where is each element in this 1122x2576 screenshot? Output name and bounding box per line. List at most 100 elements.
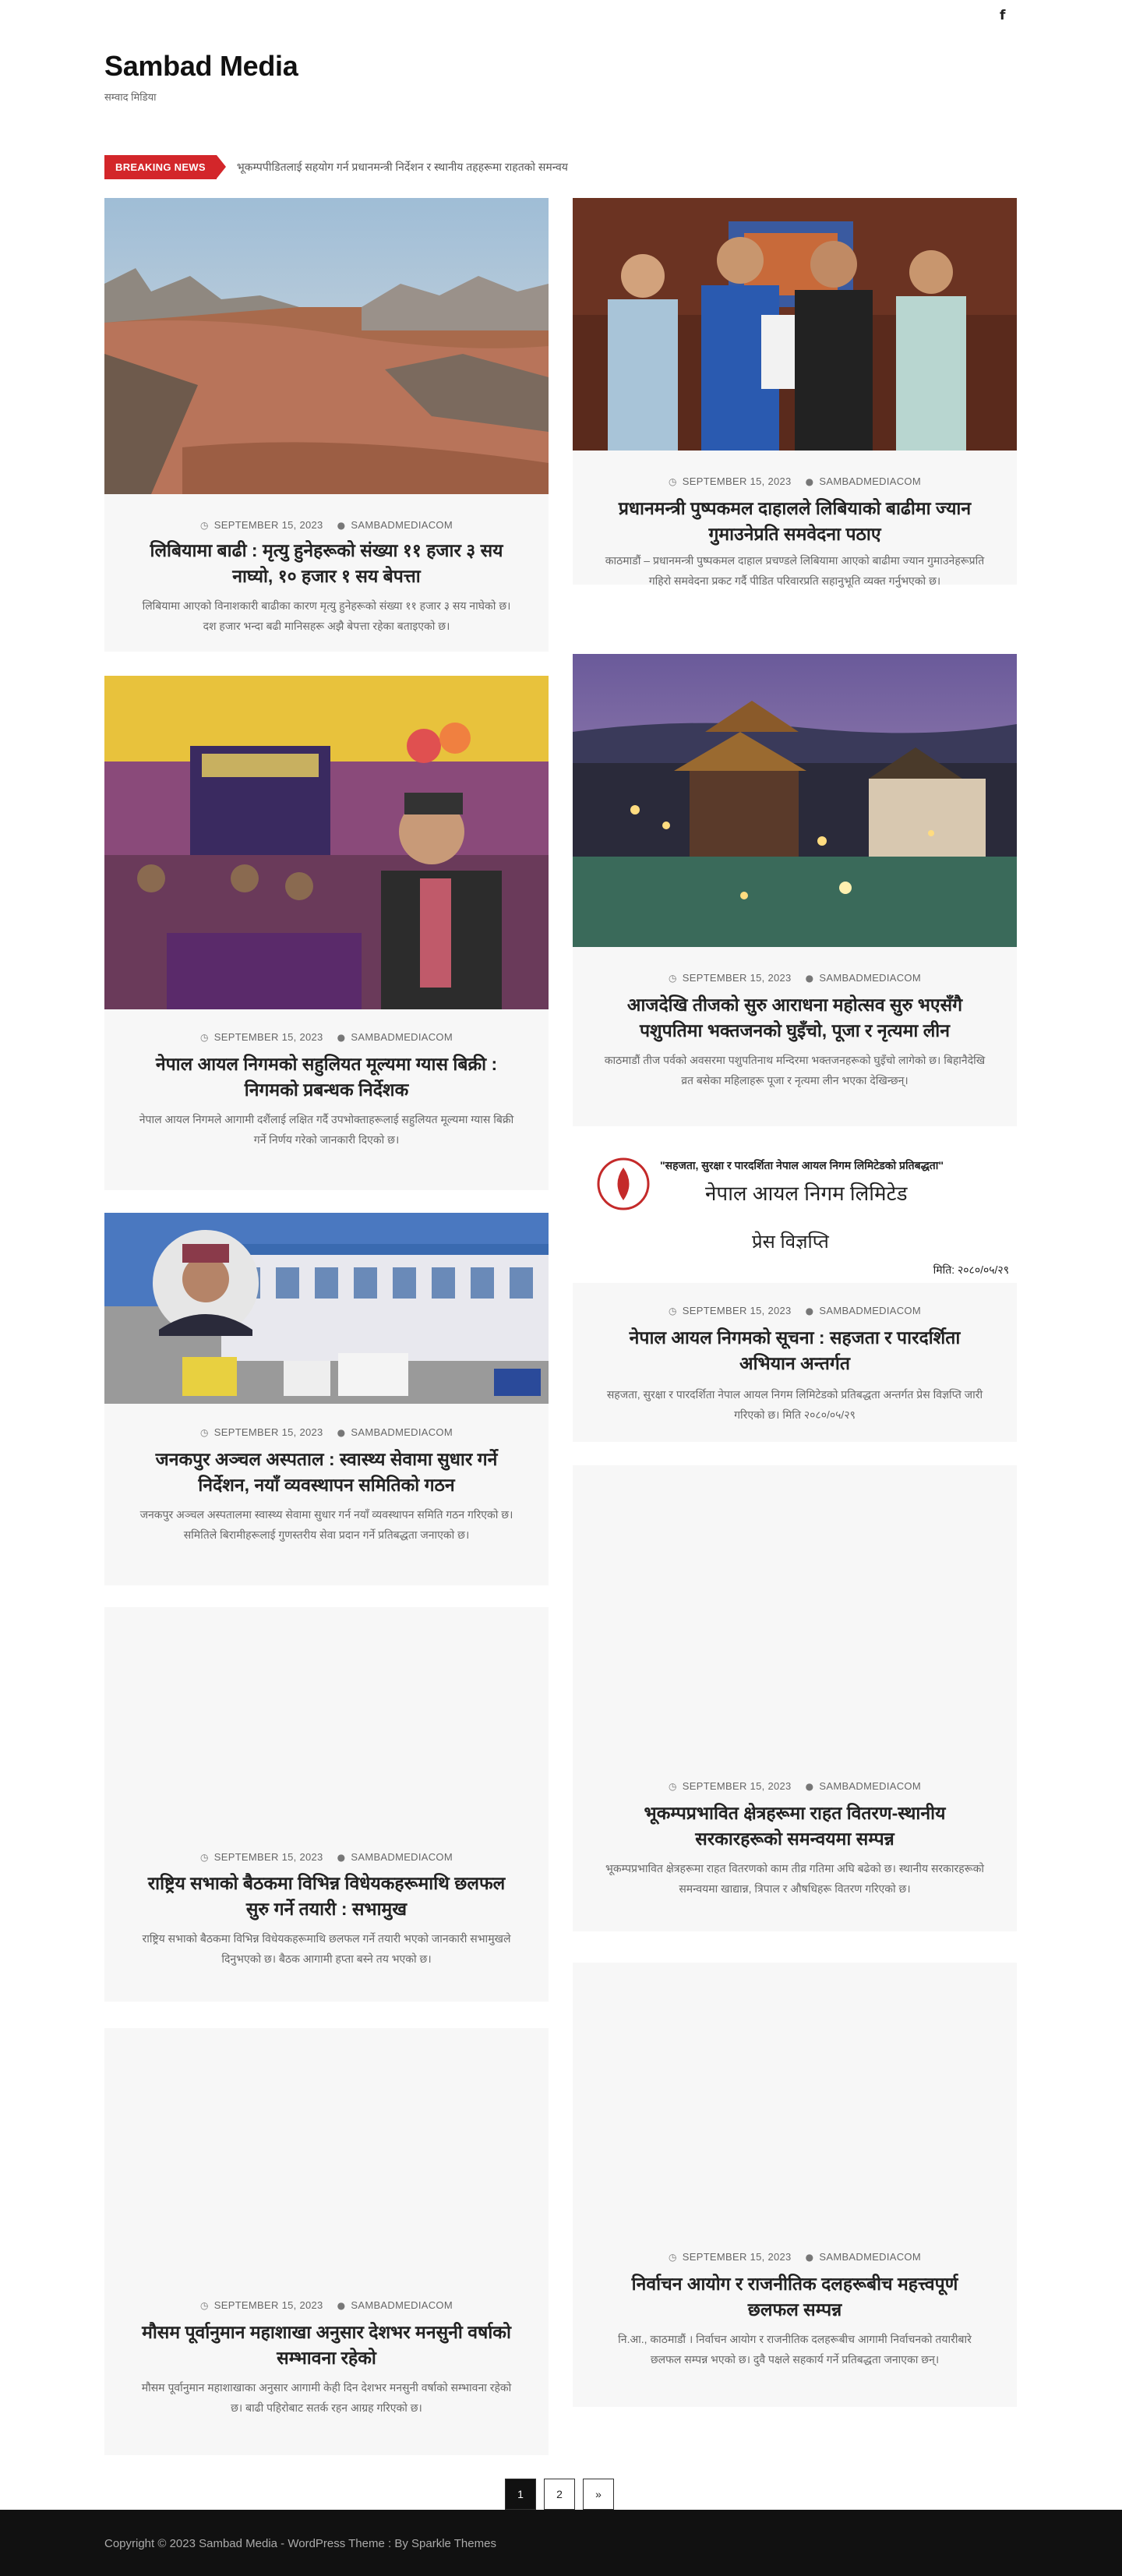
post-author[interactable]: SAMBADMEDIACOM — [819, 475, 921, 487]
post-meta: ◷ SEPTEMBER 15, 2023 ● SAMBADMEDIACOM — [104, 1426, 549, 1438]
user-icon: ● — [805, 475, 814, 487]
post-date[interactable]: SEPTEMBER 15, 2023 — [214, 2299, 323, 2311]
post-excerpt: जनकपुर अञ्चल अस्पतालमा स्वास्थ्य सेवामा … — [139, 1508, 513, 1541]
post-thumbnail[interactable] — [104, 1607, 549, 1841]
site-tagline: सम्वाद मिडिया — [104, 91, 157, 103]
post-author[interactable]: SAMBADMEDIACOM — [351, 1031, 453, 1043]
clock-icon: ◷ — [200, 1426, 209, 1438]
post-date[interactable]: SEPTEMBER 15, 2023 — [683, 1780, 792, 1792]
post-title[interactable]: आजदेखि तीजको सुरु आराधना महोत्सव सुरु भए… — [604, 992, 986, 1044]
clock-icon: ◷ — [669, 1780, 677, 1792]
post-author[interactable]: SAMBADMEDIACOM — [351, 1426, 453, 1438]
notice-org: नेपाल आयल निगम लिमिटेड — [705, 1182, 908, 1205]
page-2-button[interactable]: 2 — [544, 2479, 575, 2510]
clock-icon: ◷ — [669, 972, 677, 984]
user-icon: ● — [337, 2299, 346, 2311]
post-excerpt: नि.आ., काठमाडौं । निर्वाचन आयोग र राजनीत… — [618, 2333, 972, 2366]
post-card[interactable]: "सहजता, सुरक्षा र पारदर्शिता नेपाल आयल न… — [573, 1147, 1017, 1442]
facebook-icon[interactable]: f — [1000, 8, 1009, 23]
notice-logo-icon — [597, 1157, 650, 1210]
post-excerpt: लिबियामा आएको विनाशकारी बाढीका कारण मृत्… — [142, 599, 511, 632]
post-thumbnail[interactable] — [573, 1465, 1017, 1769]
post-excerpt: सहजता, सुरक्षा र पारदर्शिता नेपाल आयल नि… — [606, 1388, 983, 1421]
post-thumbnail[interactable] — [104, 2028, 549, 2293]
post-card[interactable]: ◷ SEPTEMBER 15, 2023 ● SAMBADMEDIACOM लिबि… — [104, 198, 549, 652]
breaking-news-label: BREAKING NEWS — [104, 155, 226, 179]
post-excerpt: भूकम्पप्रभावित क्षेत्रहरूमा राहत वितरणको… — [605, 1862, 984, 1895]
post-author[interactable]: SAMBADMEDIACOM — [351, 2299, 453, 2311]
post-thumbnail[interactable] — [573, 654, 1017, 947]
breaking-news-text[interactable]: भूकम्पपीडितलाई सहयोग गर्न प्रधानमन्त्री … — [237, 160, 568, 175]
post-card[interactable]: ◷ SEPTEMBER 15, 2023 ● SAMBADMEDIACOM जनकप… — [104, 1213, 549, 1585]
user-icon: ● — [805, 972, 814, 984]
post-card[interactable]: ◷ SEPTEMBER 15, 2023 ● SAMBADMEDIACOM निर्… — [573, 1963, 1017, 2407]
top-bar: f — [0, 0, 1122, 31]
copyright-text: Copyright © 2023 Sambad Media - WordPres… — [104, 2537, 496, 2550]
clock-icon: ◷ — [669, 475, 677, 487]
user-icon: ● — [337, 1851, 346, 1863]
post-excerpt: मौसम पूर्वानुमान महाशाखाका अनुसार आगामी … — [141, 2381, 512, 2414]
post-card[interactable]: ◷ SEPTEMBER 15, 2023 ● SAMBADMEDIACOM प्रध… — [573, 198, 1017, 587]
clock-icon: ◷ — [200, 2299, 209, 2311]
post-meta: ◷ SEPTEMBER 15, 2023 ● SAMBADMEDIACOM — [573, 972, 1017, 984]
post-meta: ◷ SEPTEMBER 15, 2023 ● SAMBADMEDIACOM — [104, 1851, 549, 1863]
post-excerpt: काठमाडौं तीज पर्वको अवसरमा पशुपतिनाथ मन्… — [604, 1054, 986, 1087]
post-thumbnail[interactable] — [104, 1213, 549, 1404]
clock-icon: ◷ — [669, 2251, 677, 2263]
post-title[interactable]: मौसम पूर्वानुमान महाशाखा अनुसार देशभर मन… — [136, 2320, 517, 2371]
post-date[interactable]: SEPTEMBER 15, 2023 — [214, 1851, 323, 1863]
post-title[interactable]: राष्ट्रिय सभाको बैठकमा विभिन्न विधेयकहरू… — [136, 1871, 517, 1922]
post-author[interactable]: SAMBADMEDIACOM — [819, 2251, 921, 2263]
post-title[interactable]: लिबियामा बाढी : मृत्यु हुनेहरूको संख्या … — [136, 538, 517, 589]
post-date[interactable]: SEPTEMBER 15, 2023 — [214, 1426, 323, 1438]
post-thumbnail[interactable]: "सहजता, सुरक्षा र पारदर्शिता नेपाल आयल न… — [573, 1147, 1017, 1283]
post-thumbnail[interactable] — [104, 198, 549, 494]
breaking-news-ticker: BREAKING NEWS भूकम्पपीडितलाई सहयोग गर्न … — [104, 155, 568, 179]
post-author[interactable]: SAMBADMEDIACOM — [351, 1851, 453, 1863]
post-author[interactable]: SAMBADMEDIACOM — [819, 1780, 921, 1792]
user-icon: ● — [337, 519, 346, 531]
post-title[interactable]: नेपाल आयल निगमको सहुलियत मूल्यमा ग्यास ब… — [136, 1051, 517, 1103]
post-excerpt: राष्ट्रिय सभाको बैठकमा विभिन्न विधेयकहरू… — [142, 1932, 511, 1965]
user-icon: ● — [805, 2251, 814, 2263]
post-title[interactable]: जनकपुर अञ्चल अस्पताल : स्वास्थ्य सेवामा … — [136, 1447, 517, 1498]
post-thumbnail[interactable] — [104, 676, 549, 1009]
post-card[interactable]: ◷ SEPTEMBER 15, 2023 ● SAMBADMEDIACOM राष्… — [104, 1607, 549, 2002]
notice-date: मिति: २०८०/०५/२९ — [933, 1263, 1009, 1276]
post-card[interactable]: ◷ SEPTEMBER 15, 2023 ● SAMBADMEDIACOM मौसम… — [104, 2028, 549, 2455]
post-thumbnail[interactable] — [573, 198, 1017, 451]
post-card[interactable]: ◷ SEPTEMBER 15, 2023 ● SAMBADMEDIACOM भूकम… — [573, 1465, 1017, 1931]
site-title[interactable]: Sambad Media — [104, 50, 298, 83]
post-author[interactable]: SAMBADMEDIACOM — [351, 519, 453, 531]
post-meta: ◷ SEPTEMBER 15, 2023 ● SAMBADMEDIACOM — [573, 1305, 1017, 1316]
post-title[interactable]: निर्वाचन आयोग र राजनीतिक दलहरूबीच महत्त्… — [604, 2271, 986, 2323]
post-card[interactable]: ◷ SEPTEMBER 15, 2023 ● SAMBADMEDIACOM नेपा… — [104, 676, 549, 1190]
post-date[interactable]: SEPTEMBER 15, 2023 — [214, 1031, 323, 1043]
post-date[interactable]: SEPTEMBER 15, 2023 — [683, 1305, 792, 1316]
post-excerpt: नेपाल आयल निगमले आगामी दशैंलाई लक्षित गर… — [139, 1113, 514, 1146]
post-card[interactable]: ◷ SEPTEMBER 15, 2023 ● SAMBADMEDIACOM आजदे… — [573, 654, 1017, 1126]
post-author[interactable]: SAMBADMEDIACOM — [819, 972, 921, 984]
post-author[interactable]: SAMBADMEDIACOM — [819, 1305, 921, 1316]
clock-icon: ◷ — [200, 519, 209, 531]
next-page-button[interactable]: » — [583, 2479, 614, 2510]
post-meta: ◷ SEPTEMBER 15, 2023 ● SAMBADMEDIACOM — [573, 2251, 1017, 2263]
post-excerpt: काठमाडौं – प्रधानमन्त्री पुष्पकमल दाहाल … — [605, 554, 985, 587]
post-date[interactable]: SEPTEMBER 15, 2023 — [214, 519, 323, 531]
pagination: 1 2 » — [505, 2479, 614, 2510]
user-icon: ● — [805, 1780, 814, 1792]
page-1-button[interactable]: 1 — [505, 2479, 536, 2510]
user-icon: ● — [337, 1031, 346, 1043]
post-date[interactable]: SEPTEMBER 15, 2023 — [683, 2251, 792, 2263]
clock-icon: ◷ — [200, 1031, 209, 1043]
post-title[interactable]: नेपाल आयल निगमको सूचना : सहजता र पारदर्श… — [604, 1325, 986, 1376]
post-meta: ◷ SEPTEMBER 15, 2023 ● SAMBADMEDIACOM — [104, 2299, 549, 2311]
post-title[interactable]: प्रधानमन्त्री पुष्पकमल दाहालले लिबियाको … — [604, 496, 986, 547]
post-date[interactable]: SEPTEMBER 15, 2023 — [683, 972, 792, 984]
post-date[interactable]: SEPTEMBER 15, 2023 — [683, 475, 792, 487]
post-thumbnail[interactable] — [573, 1963, 1017, 2243]
post-meta: ◷ SEPTEMBER 15, 2023 ● SAMBADMEDIACOM — [573, 1780, 1017, 1792]
site-footer: Copyright © 2023 Sambad Media - WordPres… — [0, 2510, 1122, 2576]
clock-icon: ◷ — [669, 1305, 677, 1316]
post-title[interactable]: भूकम्पप्रभावित क्षेत्रहरूमा राहत वितरण-स… — [604, 1800, 986, 1852]
